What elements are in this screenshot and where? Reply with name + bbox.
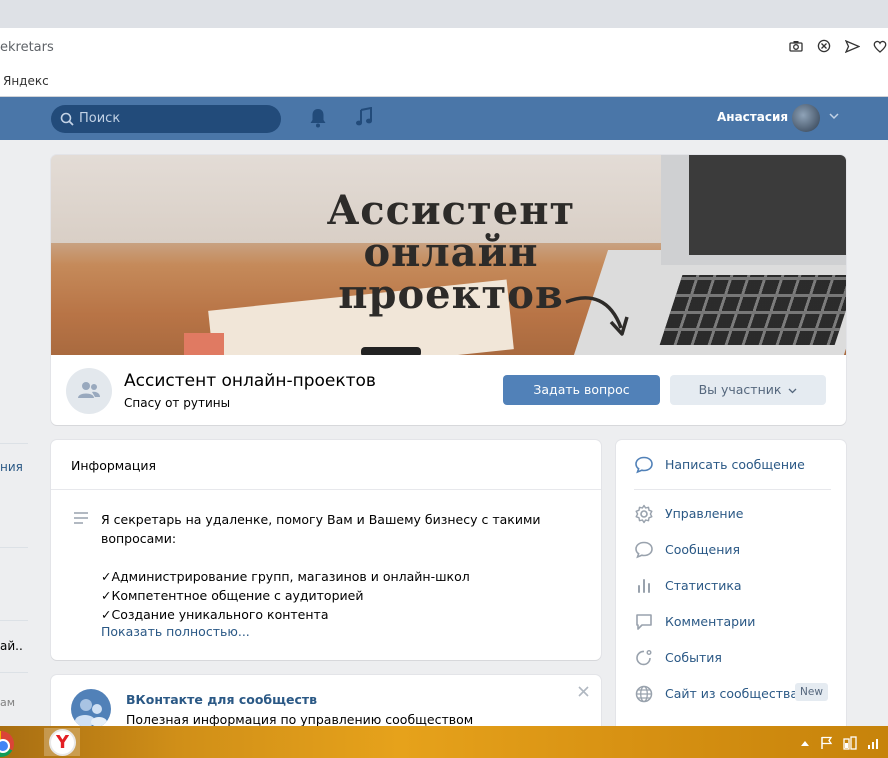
menu-item-label: Статистика <box>665 578 742 593</box>
flag-icon[interactable] <box>820 736 833 750</box>
divider <box>634 489 831 490</box>
info-line: вопросами: <box>101 531 177 546</box>
arrow-icon <box>565 296 629 336</box>
menu-item-label: События <box>665 650 722 665</box>
bell-icon[interactable] <box>309 108 327 128</box>
menu-item-events[interactable]: События <box>616 640 846 676</box>
divider <box>51 489 601 490</box>
info-description: Я секретарь на удаленке, помогу Вам и Ва… <box>101 510 581 624</box>
taskbar: Y <box>0 726 888 758</box>
vk-communities-logo[interactable] <box>71 689 111 729</box>
close-icon[interactable] <box>578 686 589 697</box>
event-icon <box>636 650 652 666</box>
member-button[interactable]: Вы участник <box>670 375 826 405</box>
cover-title: Ассистент онлайн проектов <box>326 187 576 318</box>
write-message-button[interactable]: Написать сообщение <box>616 447 846 483</box>
show-more-link[interactable]: Показать полностью... <box>101 624 250 639</box>
menu-item-site[interactable]: Сайт из сообщества New <box>616 676 846 712</box>
group-actions-menu: Написать сообщение Управление Сообщения … <box>616 440 846 740</box>
heart-icon[interactable] <box>872 38 888 54</box>
new-badge: New <box>795 683 828 701</box>
battery-icon[interactable] <box>843 736 857 750</box>
vk-communities-title[interactable]: ВКонтакте для сообществ <box>126 692 317 707</box>
globe-icon <box>635 685 653 703</box>
group-avatar[interactable] <box>66 368 112 414</box>
message-icon <box>635 541 653 559</box>
member-button-label: Вы участник <box>698 382 782 397</box>
menu-item-statistics[interactable]: Статистика <box>616 568 846 604</box>
vk-header: Поиск Анастасия <box>0 97 888 140</box>
music-icon[interactable] <box>355 107 373 127</box>
group-status: Спасу от рутины <box>124 396 231 410</box>
browser-titlebar <box>0 0 888 28</box>
yandex-icon: Y <box>49 729 76 756</box>
gear-icon <box>635 504 653 524</box>
chevron-down-icon[interactable] <box>829 113 839 120</box>
menu-item-comments[interactable]: Комментарии <box>616 604 846 640</box>
menu-item-label: Комментарии <box>665 614 756 629</box>
sidebar-divider <box>0 620 28 621</box>
chrome-icon[interactable] <box>0 731 14 757</box>
chevron-up-icon[interactable] <box>800 740 810 747</box>
block-icon[interactable] <box>816 38 832 54</box>
search-input[interactable]: Поиск <box>51 105 281 133</box>
ask-question-button[interactable]: Задать вопрос <box>503 375 660 405</box>
bar-chart-icon <box>638 579 650 593</box>
sidebar-item[interactable]: ам <box>0 696 15 709</box>
sidebar-divider <box>0 547 28 548</box>
group-name: Ассистент онлайн-проектов <box>124 371 376 391</box>
menu-item-label: Сайт из сообщества <box>665 686 799 701</box>
description-icon <box>74 512 88 524</box>
info-line <box>101 548 581 567</box>
yandex-browser-button[interactable]: Y <box>44 728 80 756</box>
menu-item-messages[interactable]: Сообщения <box>616 532 846 568</box>
sidebar-item[interactable]: ай.. <box>0 639 23 653</box>
info-line: ✓Компетентное общение с аудиторией <box>101 588 364 603</box>
search-placeholder: Поиск <box>79 111 121 126</box>
network-icon[interactable] <box>867 736 881 750</box>
send-icon[interactable] <box>844 38 860 54</box>
write-message-label: Написать сообщение <box>665 457 805 472</box>
comment-icon <box>636 614 652 630</box>
bookmarks-bar: Яндекс <box>0 68 888 97</box>
info-card: Информация Я секретарь на удаленке, помо… <box>51 440 601 660</box>
bookmark-yandex[interactable]: Яндекс <box>3 74 49 88</box>
menu-item-label: Управление <box>665 506 744 521</box>
menu-item-manage[interactable]: Управление <box>616 496 846 532</box>
user-avatar[interactable] <box>792 104 820 132</box>
info-line: Я секретарь на удаленке, помогу Вам и Ва… <box>101 512 541 527</box>
user-name[interactable]: Анастасия <box>717 110 788 124</box>
cover-image: Ассистент онлайн проектов <box>51 155 846 355</box>
chevron-down-icon <box>788 388 797 393</box>
info-line: ✓Администрирование групп, магазинов и он… <box>101 569 470 584</box>
sidebar-divider <box>0 443 28 444</box>
camera-icon[interactable] <box>788 38 804 54</box>
message-icon <box>635 456 653 474</box>
address-text[interactable]: ekretars <box>0 40 54 55</box>
search-icon <box>60 112 74 126</box>
info-heading: Информация <box>71 458 157 473</box>
sidebar-item[interactable]: ния <box>0 460 23 474</box>
browser-address-bar[interactable]: ekretars <box>0 28 888 68</box>
info-line: ✓Создание уникального контента <box>101 607 329 622</box>
sidebar-divider <box>0 672 28 673</box>
menu-item-label: Сообщения <box>665 542 741 557</box>
vk-communities-subtitle: Полезная информация по управлению сообще… <box>126 712 474 727</box>
system-tray <box>800 736 881 750</box>
group-header-card: Ассистент онлайн проектов Ассистент онла… <box>51 155 846 425</box>
